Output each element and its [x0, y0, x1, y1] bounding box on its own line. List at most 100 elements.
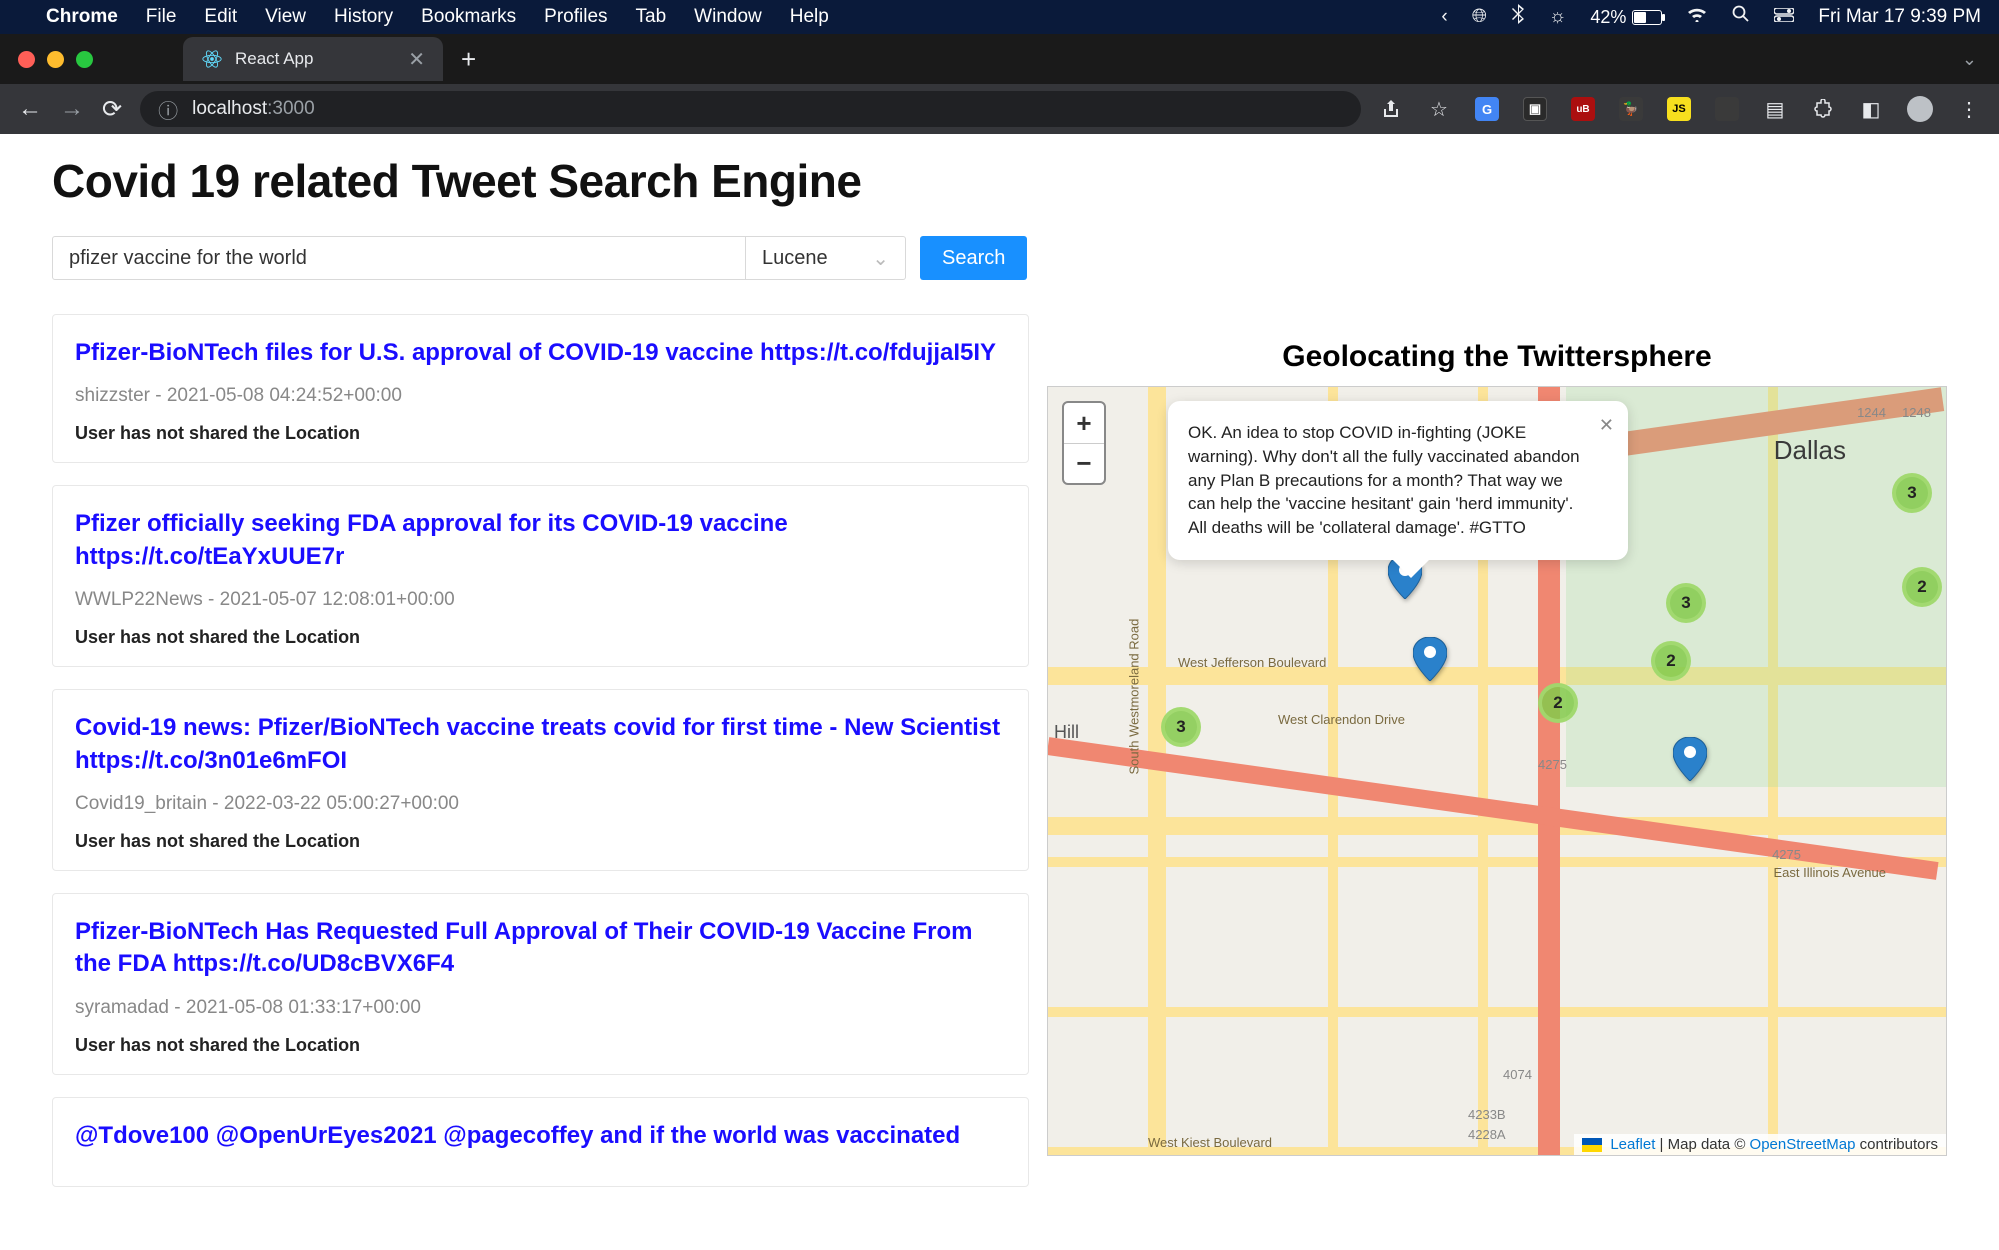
extensions-puzzle-icon[interactable] [1811, 97, 1835, 121]
window-fullscreen-button[interactable] [76, 51, 93, 68]
map-hill-label: Hill [1054, 722, 1079, 743]
road-label: West Clarendon Drive [1278, 712, 1405, 727]
map-attribution: Leaflet | Map data © OpenStreetMap contr… [1574, 1134, 1946, 1155]
map-column: Geolocating the Twittersphere [1047, 314, 1947, 1187]
map-cluster[interactable]: 3 [1666, 583, 1706, 623]
new-tab-button[interactable]: + [461, 44, 476, 75]
window-close-button[interactable] [18, 51, 35, 68]
result-title[interactable]: Pfizer-BioNTech files for U.S. approval … [75, 337, 1006, 369]
browser-tab[interactable]: React App ✕ [183, 37, 443, 81]
forward-button[interactable]: → [60, 95, 84, 123]
profile-avatar[interactable] [1907, 96, 1933, 122]
extension-js-icon[interactable]: JS [1667, 97, 1691, 121]
menubar-file[interactable]: File [146, 6, 177, 28]
extension-ublock-icon[interactable]: uB [1571, 97, 1595, 121]
zoom-in-button[interactable]: + [1064, 403, 1104, 443]
extension-notes-icon[interactable]: ▤ [1763, 97, 1787, 121]
result-location: User has not shared the Location [75, 1035, 1006, 1056]
map-title: Geolocating the Twittersphere [1047, 340, 1947, 374]
window-minimize-button[interactable] [47, 51, 64, 68]
battery-icon [1632, 10, 1662, 25]
result-card: Pfizer officially seeking FDA approval f… [52, 485, 1029, 667]
search-row: Lucene ⌄ Search [52, 236, 1947, 280]
popup-close-button[interactable]: ✕ [1599, 413, 1614, 438]
map-container[interactable]: Dallas Hill West Jefferson Boulevard Wes… [1047, 386, 1947, 1156]
battery-percent: 42% [1590, 7, 1626, 28]
map-cluster[interactable]: 2 [1651, 641, 1691, 681]
react-favicon-icon [201, 48, 223, 70]
chrome-menu-icon[interactable]: ⋮ [1957, 97, 1981, 121]
result-title[interactable]: @Tdove100 @OpenUrEyes2021 @pagecoffey an… [75, 1120, 1006, 1152]
search-input[interactable] [52, 236, 746, 280]
menubar-history[interactable]: History [334, 6, 393, 28]
menubar-bookmarks[interactable]: Bookmarks [421, 6, 516, 28]
page-content: Covid 19 related Tweet Search Engine Luc… [0, 134, 1999, 1250]
menubar-window[interactable]: Window [694, 6, 762, 28]
result-card: @Tdove100 @OpenUrEyes2021 @pagecoffey an… [52, 1097, 1029, 1187]
wifi-icon[interactable] [1686, 6, 1708, 28]
search-button[interactable]: Search [920, 236, 1027, 280]
menubar-help[interactable]: Help [790, 6, 829, 28]
extension-google-icon[interactable]: G [1475, 97, 1499, 121]
result-meta: Covid19_britain - 2022-03-22 05:00:27+00… [75, 793, 1006, 815]
menubar-datetime[interactable]: Fri Mar 17 9:39 PM [1818, 6, 1981, 28]
result-title[interactable]: Covid-19 news: Pfizer/BioNTech vaccine t… [75, 712, 1006, 777]
sidepanel-icon[interactable]: ◧ [1859, 97, 1883, 121]
back-button[interactable]: ← [18, 95, 42, 123]
result-location: User has not shared the Location [75, 627, 1006, 648]
page-title: Covid 19 related Tweet Search Engine [52, 154, 1947, 208]
menubar-edit[interactable]: Edit [204, 6, 237, 28]
menubar-app[interactable]: Chrome [46, 6, 118, 28]
road-label: West Kiest Boulevard [1148, 1135, 1272, 1150]
menubar-profiles[interactable]: Profiles [544, 6, 607, 28]
map-cluster[interactable]: 3 [1161, 707, 1201, 747]
url-text: localhost:3000 [192, 98, 315, 120]
engine-select-value: Lucene [762, 247, 828, 270]
osm-link[interactable]: OpenStreetMap [1750, 1136, 1856, 1153]
result-card: Pfizer-BioNTech files for U.S. approval … [52, 314, 1029, 463]
battery-status[interactable]: 42% [1590, 7, 1662, 28]
popup-text: OK. An idea to stop COVID in-fighting (J… [1188, 423, 1580, 537]
control-center-icon[interactable] [1774, 6, 1794, 28]
search-icon[interactable] [1732, 5, 1750, 29]
extension-screen-icon[interactable]: ▣ [1523, 97, 1547, 121]
zoom-out-button[interactable]: − [1064, 443, 1104, 483]
toolbar-actions: ☆ G ▣ uB 🦆 JS ▤ ◧ ⋮ [1379, 96, 1981, 122]
result-title[interactable]: Pfizer officially seeking FDA approval f… [75, 508, 1006, 573]
site-info-icon[interactable]: ⓘ [158, 95, 178, 124]
map-cluster[interactable]: 2 [1902, 567, 1942, 607]
map-marker[interactable] [1413, 637, 1447, 681]
map-cluster[interactable]: 3 [1892, 473, 1932, 513]
results-list: Pfizer-BioNTech files for U.S. approval … [52, 314, 1029, 1187]
extension-adblocker-icon[interactable]: 🦆 [1619, 97, 1643, 121]
road-label: West Jefferson Boulevard [1178, 655, 1326, 670]
extension-misc-icon[interactable] [1715, 97, 1739, 121]
window-controls [18, 51, 93, 68]
menubar-tab[interactable]: Tab [636, 6, 667, 28]
map-marker[interactable] [1673, 737, 1707, 781]
result-location: User has not shared the Location [75, 423, 1006, 444]
reload-button[interactable]: ⟳ [102, 95, 122, 124]
tab-overflow-button[interactable]: ⌄ [1962, 49, 1977, 70]
result-title[interactable]: Pfizer-BioNTech Has Requested Full Appro… [75, 916, 1006, 981]
tab-close-button[interactable]: ✕ [408, 47, 425, 72]
zoom-control: + − [1062, 401, 1106, 485]
share-icon[interactable] [1379, 97, 1403, 121]
tab-title: React App [235, 49, 313, 69]
bluetooth-icon[interactable] [1511, 4, 1525, 30]
engine-select[interactable]: Lucene ⌄ [746, 236, 906, 280]
chevron-left-icon[interactable]: ‹ [1441, 6, 1447, 28]
menubar-view[interactable]: View [265, 6, 306, 28]
result-meta: WWLP22News - 2021-05-07 12:08:01+00:00 [75, 589, 1006, 611]
bookmark-star-icon[interactable]: ☆ [1427, 97, 1451, 121]
globe-icon[interactable]: 🌐︎ [1472, 6, 1487, 28]
road-label: East Illinois Avenue [1774, 865, 1887, 880]
road-label: South Westmoreland Road [1127, 619, 1142, 775]
result-location: User has not shared the Location [75, 831, 1006, 852]
map-cluster[interactable]: 2 [1538, 683, 1578, 723]
address-bar[interactable]: ⓘ localhost:3000 [140, 91, 1361, 127]
brightness-icon[interactable]: ☼ [1549, 6, 1566, 28]
leaflet-link[interactable]: Leaflet [1610, 1136, 1655, 1153]
result-meta: shizzster - 2021-05-08 04:24:52+00:00 [75, 385, 1006, 407]
result-meta: syramadad - 2021-05-08 01:33:17+00:00 [75, 997, 1006, 1019]
